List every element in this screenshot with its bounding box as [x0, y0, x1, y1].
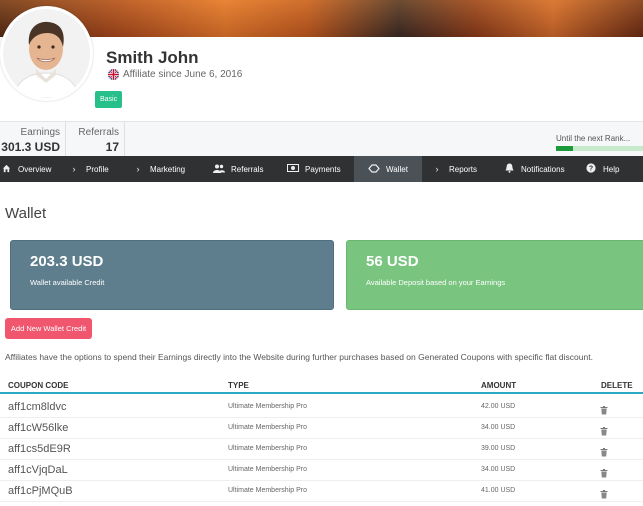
profile-banner	[0, 0, 643, 37]
affiliate-since-text: Affiliate since June 6, 2016	[123, 69, 243, 80]
nav-referrals-label: Referrals	[231, 164, 264, 174]
coupon-type: Ultimate Membership Pro	[228, 403, 307, 410]
page-title: Wallet	[5, 205, 47, 222]
wallet-credit-card: 203.3 USD Wallet available Credit	[10, 240, 334, 310]
coupon-type: Ultimate Membership Pro	[228, 445, 307, 452]
chevron-right-icon: ›	[72, 164, 76, 174]
referrals-label: Referrals	[78, 127, 119, 138]
chevron-right-icon: ›	[435, 164, 439, 174]
available-deposit-card: 56 USD Available Deposit based on your E…	[346, 240, 643, 310]
trash-icon[interactable]	[600, 402, 608, 415]
nav-reports[interactable]: › Reports	[431, 156, 478, 182]
available-deposit-amount: 56 USD	[366, 253, 419, 270]
nav-referrals[interactable]: Referrals	[213, 156, 263, 182]
nav-notifications[interactable]: Notifications	[503, 156, 565, 182]
nav-marketing[interactable]: › Marketing	[132, 156, 186, 182]
table-row: aff1cW56lke Ultimate Membership Pro 34.00 …	[0, 418, 643, 439]
coupon-type: Ultimate Membership Pro	[228, 466, 307, 473]
wallet-icon	[368, 163, 380, 175]
money-icon	[287, 164, 299, 174]
table-row: aff1cm8ldvc Ultimate Membership Pro 42.00 …	[0, 397, 643, 418]
profile-name: Smith John	[106, 48, 199, 67]
coupon-code: aff1cm8ldvc	[8, 401, 67, 413]
nav-overview[interactable]: Overview	[0, 156, 51, 182]
uk-flag-icon	[108, 69, 119, 80]
coupon-amount: 42.00 USD	[481, 403, 516, 410]
available-deposit-label: Available Deposit based on your Earnings	[366, 278, 506, 287]
col-delete: DELETE	[601, 381, 633, 390]
col-coupon-code: COUPON CODE	[8, 381, 69, 390]
coupon-amount: 41.00 USD	[481, 487, 516, 494]
trash-icon[interactable]	[600, 444, 608, 457]
coupon-type: Ultimate Membership Pro	[228, 487, 307, 494]
trash-icon[interactable]	[600, 423, 608, 436]
wallet-credit-label: Wallet available Credit	[30, 278, 105, 287]
referrals-value: 17	[105, 140, 119, 154]
nav-payments[interactable]: Payments	[287, 156, 341, 182]
nav-payments-label: Payments	[305, 164, 341, 174]
next-rank-label: Until the next Rank...	[556, 134, 631, 143]
nav-wallet[interactable]: Wallet	[354, 156, 422, 182]
trash-icon[interactable]	[600, 465, 608, 478]
nav-notifications-label: Notifications	[521, 164, 565, 174]
nav-wallet-label: Wallet	[386, 164, 408, 174]
nav-profile-label: Profile	[86, 164, 109, 174]
table-row: aff1cs5dE9R Ultimate Membership Pro 39.00 …	[0, 439, 643, 460]
rank-badge: Basic	[95, 91, 123, 108]
trash-icon[interactable]	[600, 486, 608, 499]
wallet-info-text: Affiliates have the options to spend the…	[5, 352, 593, 362]
nav-profile[interactable]: › Profile	[68, 156, 109, 182]
coupon-amount: 34.00 USD	[481, 466, 516, 473]
nav-overview-label: Overview	[18, 164, 52, 174]
nav-marketing-label: Marketing	[150, 164, 186, 174]
coupon-code: aff1cVjqDaL	[8, 464, 68, 476]
referrals-stat: Referrals 17	[66, 122, 125, 157]
svg-text:?: ?	[589, 166, 593, 173]
next-rank-progress	[556, 146, 643, 151]
col-amount: AMOUNT	[481, 381, 517, 390]
coupon-code: aff1cs5dE9R	[8, 443, 71, 455]
wallet-credit-amount: 203.3 USD	[30, 253, 104, 270]
coupon-code: aff1cPjMQuB	[8, 485, 73, 497]
add-wallet-credit-button[interactable]: Add New Wallet Credit	[5, 318, 92, 339]
coupon-table-header: COUPON CODE TYPE AMOUNT DELETE	[0, 378, 643, 394]
col-type: TYPE	[228, 381, 249, 390]
nav-help-label: Help	[603, 164, 620, 174]
table-row: aff1cPjMQuB Ultimate Membership Pro 41.00 …	[0, 481, 643, 502]
question-icon: ?	[585, 163, 597, 175]
earnings-label: Earnings	[20, 127, 60, 138]
avatar	[0, 6, 93, 101]
coupon-type: Ultimate Membership Pro	[228, 424, 307, 431]
stats-bar: Earnings 301.3 USD Referrals 17 Until th…	[0, 121, 643, 157]
next-rank-progress-fill	[556, 146, 574, 151]
bell-icon	[503, 163, 515, 175]
coupon-code: aff1cW56lke	[8, 422, 69, 434]
coupon-amount: 34.00 USD	[481, 424, 516, 431]
earnings-stat: Earnings 301.3 USD	[0, 122, 66, 157]
chevron-right-icon: ›	[136, 164, 140, 174]
affiliate-since: Affiliate since June 6, 2016	[108, 69, 242, 80]
users-icon	[213, 164, 225, 175]
main-nav: Overview › Profile › Marketing Referrals…	[0, 156, 643, 182]
earnings-value: 301.3 USD	[1, 140, 60, 154]
home-icon	[0, 164, 12, 175]
nav-reports-label: Reports	[449, 164, 478, 174]
coupon-amount: 39.00 USD	[481, 445, 516, 452]
nav-help[interactable]: ? Help	[585, 156, 619, 182]
table-row: aff1cVjqDaL Ultimate Membership Pro 34.00 …	[0, 460, 643, 481]
